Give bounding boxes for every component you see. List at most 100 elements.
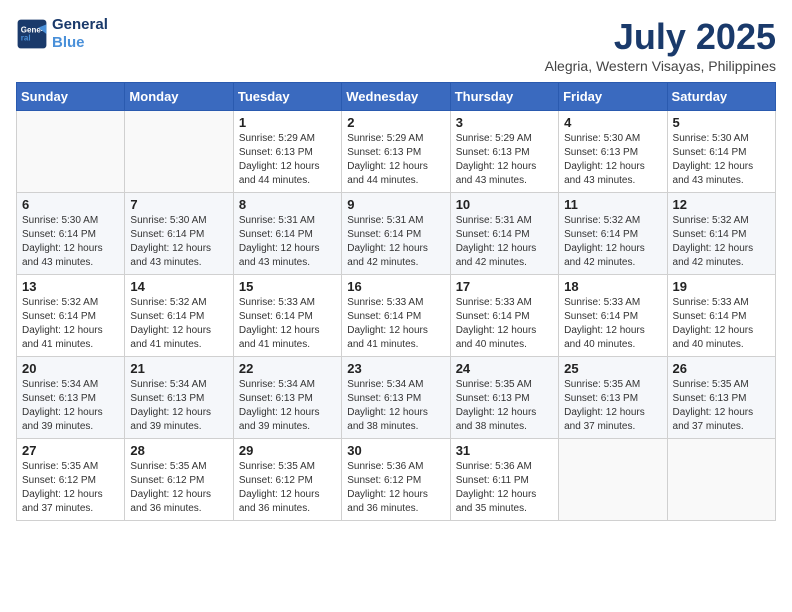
day-info: Sunrise: 5:29 AM Sunset: 6:13 PM Dayligh… — [347, 132, 444, 188]
day-info: Sunrise: 5:32 AM Sunset: 6:14 PM Dayligh… — [130, 296, 227, 352]
logo-text-general: General — [52, 16, 108, 34]
day-number: 21 — [130, 361, 227, 376]
day-info: Sunrise: 5:35 AM Sunset: 6:12 PM Dayligh… — [239, 460, 336, 516]
day-header-wednesday: Wednesday — [342, 83, 450, 111]
day-header-thursday: Thursday — [450, 83, 558, 111]
day-info: Sunrise: 5:33 AM Sunset: 6:14 PM Dayligh… — [456, 296, 553, 352]
calendar-table: SundayMondayTuesdayWednesdayThursdayFrid… — [16, 82, 776, 521]
day-number: 6 — [22, 197, 119, 212]
calendar-cell — [17, 111, 125, 193]
day-number: 5 — [673, 115, 770, 130]
day-info: Sunrise: 5:31 AM Sunset: 6:14 PM Dayligh… — [456, 214, 553, 270]
day-number: 22 — [239, 361, 336, 376]
day-info: Sunrise: 5:29 AM Sunset: 6:13 PM Dayligh… — [239, 132, 336, 188]
day-info: Sunrise: 5:29 AM Sunset: 6:13 PM Dayligh… — [456, 132, 553, 188]
calendar-week-row: 20 Sunrise: 5:34 AM Sunset: 6:13 PM Dayli… — [17, 357, 776, 439]
day-info: Sunrise: 5:30 AM Sunset: 6:13 PM Dayligh… — [564, 132, 661, 188]
calendar-week-row: 27 Sunrise: 5:35 AM Sunset: 6:12 PM Dayli… — [17, 439, 776, 521]
day-number: 14 — [130, 279, 227, 294]
day-number: 4 — [564, 115, 661, 130]
day-number: 19 — [673, 279, 770, 294]
day-number: 28 — [130, 443, 227, 458]
calendar-cell — [667, 439, 775, 521]
calendar-cell: 9Sunrise: 5:31 AM Sunset: 6:14 PM Daylig… — [342, 193, 450, 275]
calendar-cell: 21 Sunrise: 5:34 AM Sunset: 6:13 PM Dayli… — [125, 357, 233, 439]
calendar-cell: 6 Sunrise: 5:30 AM Sunset: 6:14 PM Daylig… — [17, 193, 125, 275]
calendar-cell: 20 Sunrise: 5:34 AM Sunset: 6:13 PM Dayli… — [17, 357, 125, 439]
day-info: Sunrise: 5:35 AM Sunset: 6:12 PM Dayligh… — [130, 460, 227, 516]
day-info: Sunrise: 5:33 AM Sunset: 6:14 PM Dayligh… — [564, 296, 661, 352]
logo-icon: Gene- ral — [16, 18, 48, 50]
calendar-cell: 12Sunrise: 5:32 AM Sunset: 6:14 PM Dayli… — [667, 193, 775, 275]
calendar-cell: 19 Sunrise: 5:33 AM Sunset: 6:14 PM Dayli… — [667, 275, 775, 357]
calendar-cell — [125, 111, 233, 193]
calendar-cell: 2Sunrise: 5:29 AM Sunset: 6:13 PM Daylig… — [342, 111, 450, 193]
day-number: 18 — [564, 279, 661, 294]
day-number: 15 — [239, 279, 336, 294]
day-info: Sunrise: 5:35 AM Sunset: 6:13 PM Dayligh… — [673, 378, 770, 434]
day-number: 10 — [456, 197, 553, 212]
day-info: Sunrise: 5:33 AM Sunset: 6:14 PM Dayligh… — [673, 296, 770, 352]
day-info: Sunrise: 5:34 AM Sunset: 6:13 PM Dayligh… — [22, 378, 119, 434]
day-info: Sunrise: 5:30 AM Sunset: 6:14 PM Dayligh… — [673, 132, 770, 188]
calendar-cell: 3 Sunrise: 5:29 AM Sunset: 6:13 PM Daylig… — [450, 111, 558, 193]
day-number: 3 — [456, 115, 553, 130]
calendar-cell: 30 Sunrise: 5:36 AM Sunset: 6:12 PM Dayli… — [342, 439, 450, 521]
day-info: Sunrise: 5:34 AM Sunset: 6:13 PM Dayligh… — [347, 378, 444, 434]
calendar-cell: 29 Sunrise: 5:35 AM Sunset: 6:12 PM Dayli… — [233, 439, 341, 521]
calendar-cell: 1 Sunrise: 5:29 AM Sunset: 6:13 PM Daylig… — [233, 111, 341, 193]
day-info: Sunrise: 5:33 AM Sunset: 6:14 PM Dayligh… — [347, 296, 444, 352]
logo: Gene- ral General Blue — [16, 16, 108, 52]
calendar-cell: 16 Sunrise: 5:33 AM Sunset: 6:14 PM Dayli… — [342, 275, 450, 357]
calendar-cell: 24 Sunrise: 5:35 AM Sunset: 6:13 PM Dayli… — [450, 357, 558, 439]
calendar-cell: 18 Sunrise: 5:33 AM Sunset: 6:14 PM Dayli… — [559, 275, 667, 357]
day-info: Sunrise: 5:34 AM Sunset: 6:13 PM Dayligh… — [239, 378, 336, 434]
day-number: 29 — [239, 443, 336, 458]
day-info: Sunrise: 5:35 AM Sunset: 6:12 PM Dayligh… — [22, 460, 119, 516]
calendar-cell: 25Sunrise: 5:35 AM Sunset: 6:13 PM Dayli… — [559, 357, 667, 439]
day-number: 31 — [456, 443, 553, 458]
calendar-cell — [559, 439, 667, 521]
day-info: Sunrise: 5:30 AM Sunset: 6:14 PM Dayligh… — [22, 214, 119, 270]
calendar-cell: 22 Sunrise: 5:34 AM Sunset: 6:13 PM Dayli… — [233, 357, 341, 439]
calendar-cell: 28 Sunrise: 5:35 AM Sunset: 6:12 PM Dayli… — [125, 439, 233, 521]
day-info: Sunrise: 5:32 AM Sunset: 6:14 PM Dayligh… — [564, 214, 661, 270]
day-info: Sunrise: 5:31 AM Sunset: 6:14 PM Dayligh… — [347, 214, 444, 270]
month-title: July 2025 — [545, 16, 776, 58]
day-header-sunday: Sunday — [17, 83, 125, 111]
day-number: 16 — [347, 279, 444, 294]
title-area: July 2025 Alegria, Western Visayas, Phil… — [545, 16, 776, 74]
logo-text-blue: Blue — [52, 34, 108, 52]
page-header: Gene- ral General Blue July 2025 Alegria… — [16, 16, 776, 74]
calendar-cell: 27 Sunrise: 5:35 AM Sunset: 6:12 PM Dayli… — [17, 439, 125, 521]
calendar-week-row: 1 Sunrise: 5:29 AM Sunset: 6:13 PM Daylig… — [17, 111, 776, 193]
calendar-cell: 17 Sunrise: 5:33 AM Sunset: 6:14 PM Dayli… — [450, 275, 558, 357]
day-info: Sunrise: 5:32 AM Sunset: 6:14 PM Dayligh… — [22, 296, 119, 352]
day-info: Sunrise: 5:35 AM Sunset: 6:13 PM Dayligh… — [456, 378, 553, 434]
day-number: 24 — [456, 361, 553, 376]
day-number: 23 — [347, 361, 444, 376]
day-number: 30 — [347, 443, 444, 458]
calendar-cell: 14 Sunrise: 5:32 AM Sunset: 6:14 PM Dayli… — [125, 275, 233, 357]
day-number: 7 — [130, 197, 227, 212]
calendar-cell: 31 Sunrise: 5:36 AM Sunset: 6:11 PM Dayli… — [450, 439, 558, 521]
day-info: Sunrise: 5:30 AM Sunset: 6:14 PM Dayligh… — [130, 214, 227, 270]
day-number: 20 — [22, 361, 119, 376]
day-header-monday: Monday — [125, 83, 233, 111]
day-header-tuesday: Tuesday — [233, 83, 341, 111]
calendar-cell: 13Sunrise: 5:32 AM Sunset: 6:14 PM Dayli… — [17, 275, 125, 357]
calendar-cell: 23 Sunrise: 5:34 AM Sunset: 6:13 PM Dayli… — [342, 357, 450, 439]
calendar-week-row: 6 Sunrise: 5:30 AM Sunset: 6:14 PM Daylig… — [17, 193, 776, 275]
day-number: 11 — [564, 197, 661, 212]
day-header-saturday: Saturday — [667, 83, 775, 111]
day-info: Sunrise: 5:33 AM Sunset: 6:14 PM Dayligh… — [239, 296, 336, 352]
day-info: Sunrise: 5:34 AM Sunset: 6:13 PM Dayligh… — [130, 378, 227, 434]
day-number: 1 — [239, 115, 336, 130]
calendar-cell: 26Sunrise: 5:35 AM Sunset: 6:13 PM Dayli… — [667, 357, 775, 439]
calendar-cell: 7 Sunrise: 5:30 AM Sunset: 6:14 PM Daylig… — [125, 193, 233, 275]
day-info: Sunrise: 5:36 AM Sunset: 6:11 PM Dayligh… — [456, 460, 553, 516]
day-info: Sunrise: 5:36 AM Sunset: 6:12 PM Dayligh… — [347, 460, 444, 516]
day-number: 17 — [456, 279, 553, 294]
day-number: 27 — [22, 443, 119, 458]
svg-text:ral: ral — [21, 33, 31, 42]
